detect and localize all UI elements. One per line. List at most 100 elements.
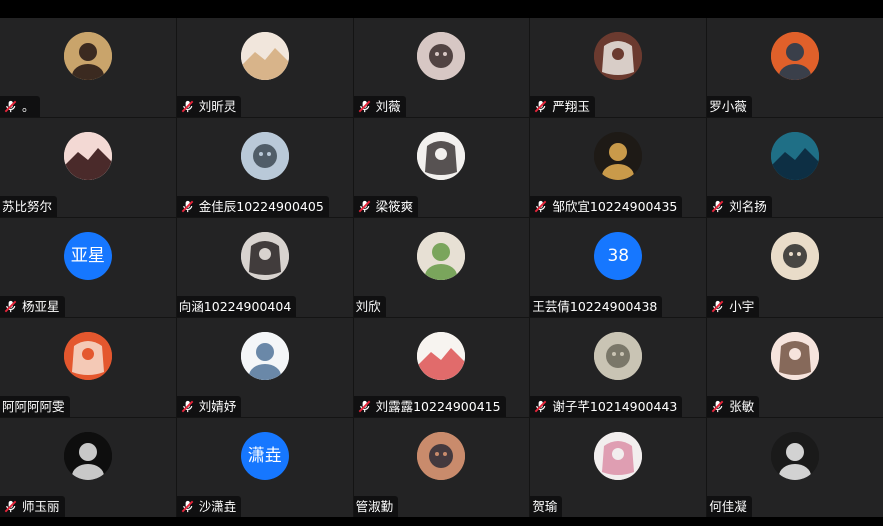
- time-luck-text-avatar-icon: [63, 332, 112, 380]
- participant-tile[interactable]: 刘欣: [353, 218, 530, 317]
- name-tag: 小宇: [707, 296, 760, 317]
- mic-muted-icon: [710, 299, 725, 314]
- name-tag: 张敏: [707, 396, 760, 417]
- handwriting-avatar-icon: [240, 332, 289, 380]
- participant-name: 邹欣宜10224900435: [552, 199, 678, 214]
- girl-sketch-avatar-icon: [417, 132, 466, 180]
- participant-grid: 。 刘昕灵 刘薇 严翔玉 罗小薇苏比努尔 金佳辰10224900405 梁筱爽 邹欣宜1022…: [0, 18, 883, 517]
- room-photo-avatar-icon: [594, 332, 643, 380]
- mic-muted-icon: [357, 399, 372, 414]
- name-tag: 梁筱爽: [353, 196, 419, 217]
- mic-muted-icon: [533, 199, 548, 214]
- girl-portrait-avatar-icon: [240, 232, 289, 280]
- participant-tile[interactable]: 刘露露10224900415: [353, 318, 530, 417]
- name-tag: 贺瑜: [530, 496, 563, 517]
- participant-name: 杨亚星: [22, 299, 60, 314]
- name-tag: 。: [0, 96, 40, 117]
- white-dog-avatar-icon: [594, 32, 643, 80]
- participant-name: 梁筱爽: [375, 199, 414, 214]
- dark-light-avatar-icon: [594, 132, 643, 180]
- mic-muted-icon: [710, 199, 725, 214]
- name-tag: 管淑勤: [353, 496, 399, 517]
- participant-name: 刘昕灵: [198, 99, 237, 114]
- participant-name: 王芸倩10224900438: [532, 299, 658, 314]
- participant-name: 何佳凝: [709, 499, 747, 514]
- mic-muted-icon: [533, 399, 548, 414]
- name-tag: 苏比努尔: [0, 196, 58, 217]
- mic-muted-icon: [180, 499, 195, 514]
- participant-name: 严翔玉: [552, 99, 590, 114]
- participant-name: 向涵10224900404: [178, 299, 292, 314]
- participant-name: 刘薇: [375, 99, 401, 114]
- name-tag: 邹欣宜10224900435: [530, 196, 683, 217]
- participant-tile[interactable]: 管淑勤: [353, 418, 530, 517]
- avatar: 潇垚: [240, 432, 289, 480]
- participant-name: 金佳辰10224900405: [198, 199, 324, 214]
- mic-muted-icon: [3, 99, 18, 114]
- participant-name: 罗小薇: [709, 99, 747, 114]
- participant-name: 管淑勤: [355, 499, 394, 514]
- name-tag: 罗小薇: [707, 96, 752, 117]
- name-tag: 严翔玉: [530, 96, 595, 117]
- participant-name: 小宇: [729, 299, 755, 314]
- participant-tile[interactable]: 38 王芸倩10224900438: [530, 218, 707, 317]
- participant-tile[interactable]: 向涵10224900404: [176, 218, 353, 317]
- name-tag: 刘露露10224900415: [353, 396, 506, 417]
- mic-muted-icon: [3, 299, 18, 314]
- mic-muted-icon: [533, 99, 548, 114]
- participant-name: 刘名扬: [729, 199, 767, 214]
- orange-character-avatar-icon: [771, 32, 820, 80]
- participant-tile[interactable]: 贺瑜: [530, 418, 707, 517]
- participant-tile[interactable]: 何佳凝: [707, 418, 883, 517]
- participant-tile[interactable]: 刘名扬: [707, 118, 883, 217]
- participant-tile[interactable]: 谢子芊10214900443: [530, 318, 707, 417]
- participant-tile[interactable]: 张敏: [707, 318, 883, 417]
- participant-name: 。: [22, 99, 35, 114]
- participant-name: 阿阿阿阿雯: [2, 399, 65, 414]
- participant-tile[interactable]: 潇垚沙潇垚: [176, 418, 353, 517]
- mic-muted-icon: [180, 99, 195, 114]
- avatar-initials: 亚星: [70, 245, 105, 266]
- participant-tile[interactable]: 严翔玉: [530, 18, 707, 117]
- avatar-initials: 38: [607, 245, 630, 266]
- name-tag: 谢子芊10214900443: [530, 396, 683, 417]
- blonde-girl-avatar-icon: [240, 32, 289, 80]
- name-tag: 师玉丽: [0, 496, 65, 517]
- participant-tile[interactable]: 小宇: [707, 218, 883, 317]
- mic-muted-icon: [710, 399, 725, 414]
- participant-tile[interactable]: 亚星杨亚星: [0, 218, 176, 317]
- name-tag: 阿阿阿阿雯: [0, 396, 70, 417]
- name-tag: 何佳凝: [707, 496, 752, 517]
- name-tag: 金佳辰10224900405: [176, 196, 329, 217]
- name-tag: 刘婧妤: [176, 396, 242, 417]
- landscape-avatar-icon: [240, 132, 289, 180]
- participant-tile[interactable]: 刘婧妤: [176, 318, 353, 417]
- participant-tile[interactable]: 阿阿阿阿雯: [0, 318, 176, 417]
- name-tag: 刘薇: [353, 96, 406, 117]
- participant-tile[interactable]: 罗小薇: [707, 18, 883, 117]
- mic-muted-icon: [357, 199, 372, 214]
- girl-photo-avatar-icon: [417, 32, 466, 80]
- participant-tile[interactable]: 刘薇: [353, 18, 530, 117]
- participant-tile[interactable]: 刘昕灵: [176, 18, 353, 117]
- participant-tile[interactable]: 邹欣宜10224900435: [530, 118, 707, 217]
- avatar-initials: 潇垚: [247, 445, 282, 466]
- dark-portrait-avatar-icon: [63, 432, 112, 480]
- mic-muted-icon: [357, 99, 372, 114]
- participant-name: 刘欣: [355, 299, 381, 314]
- participant-tile[interactable]: 金佳辰10224900405: [176, 118, 353, 217]
- participant-tile[interactable]: 梁筱爽: [353, 118, 530, 217]
- avatar: 亚星: [63, 232, 112, 280]
- participant-tile[interactable]: 苏比努尔: [0, 118, 176, 217]
- mountain-avatar-icon: [771, 132, 820, 180]
- piano-bw-avatar-icon: [771, 432, 820, 480]
- participant-tile[interactable]: 。: [0, 18, 176, 117]
- participant-name: 沙潇垚: [198, 499, 237, 514]
- name-tag: 杨亚星: [0, 296, 65, 317]
- cartoon-face-avatar-icon: [771, 332, 820, 380]
- penguin-avatar-icon: [771, 232, 820, 280]
- name-tag: 刘欣: [353, 296, 386, 317]
- participant-name: 刘露露10224900415: [375, 399, 501, 414]
- participant-tile[interactable]: 师玉丽: [0, 418, 176, 517]
- cartoon-girl-avatar-icon: [63, 32, 112, 80]
